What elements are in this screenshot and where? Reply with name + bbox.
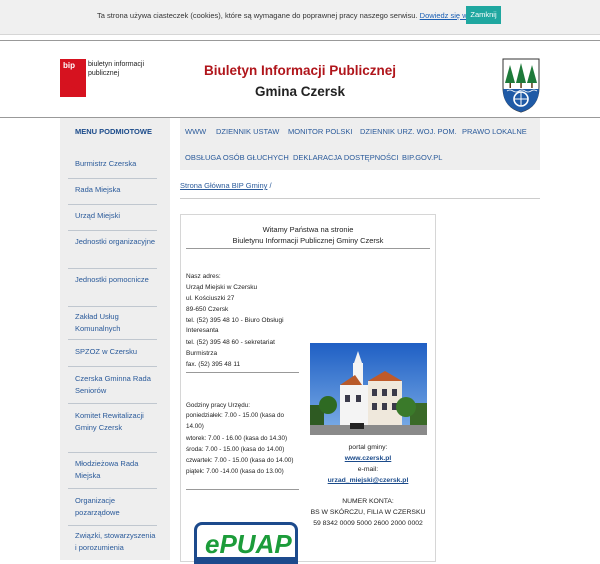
hours-wednesday: środa: 7.00 - 15.00 (kasa do 14.00) [186, 446, 285, 453]
address-phone-1: tel. (52) 395 48 10 - Biuro Obsługi [186, 317, 284, 324]
nav-item-deklaracja[interactable]: DEKLARACJA DOSTĘPNOŚCI [293, 153, 398, 162]
nav-item-www[interactable]: WWW [185, 127, 206, 136]
breadcrumb: Strona Główna BIP Gminy / [180, 181, 272, 190]
sidebar-heading: MENU PODMIOTOWE [75, 127, 152, 136]
hours-friday: piątek: 7.00 -14.00 (kasa do 13.00) [186, 468, 284, 475]
address-fax: fax. (52) 395 48 11 [186, 361, 241, 368]
epuap-logo-text: ePUAP [205, 529, 292, 560]
nav-item-obsluga-gluchych[interactable]: OBSŁUGA OSÓB GŁUCHYCH [185, 153, 289, 162]
portal-link[interactable]: www.czersk.pl [345, 455, 392, 462]
sidebar-item-rada-seniorow[interactable]: Czerska Gminna Rada Seniorów [68, 369, 157, 404]
breadcrumb-separator: / [269, 181, 272, 190]
sidebar-item-jednostki-pomocnicze[interactable]: Jednostki pomocnicze [68, 270, 157, 307]
page-title: Biuletyn Informacji Publicznej [203, 63, 397, 78]
bip-logo[interactable]: bip biuletyn informacji publicznej [60, 59, 160, 101]
sidebar-item-mlodziezowa-rada[interactable]: Młodzieżowa Rada Miejska [68, 454, 157, 489]
account-heading: NUMER KONTA: [342, 498, 394, 505]
account-bank: BS W SKÓRCZU, FILIA W CZERSKU [310, 509, 426, 516]
epuap-logo-label: ePUAP [205, 529, 292, 559]
address-phone-2-cont: Burmistrza [186, 350, 218, 357]
hours-thursday: czwartek: 7.00 - 15.00 (kasa do 14.00) [186, 457, 294, 464]
address-postcode: 89-650 Czersk [186, 306, 229, 313]
sidebar-item-rada-miejska[interactable]: Rada Miejska [68, 180, 157, 205]
sidebar-menu: MENU PODMIOTOWE Burmistrz Czerska Rada M… [60, 118, 170, 560]
sidebar-item-organizacje[interactable]: Organizacje pozarządowe [68, 491, 157, 526]
email-link[interactable]: urzad_miejski@czersk.pl [328, 477, 409, 484]
address-phone-1-cont: Interesanta [186, 327, 219, 334]
portal-label: portal gminy: [348, 444, 388, 451]
address-office: Urząd Miejski w Czersku [186, 284, 258, 291]
email-link-wrap: urzad_miejski@czersk.pl [301, 477, 435, 484]
nav-item-bip-gov[interactable]: BIP.GOV.PL [402, 153, 442, 162]
hours-heading: Godziny pracy Urzędu: [186, 402, 251, 409]
sidebar-item-zaklad-uslug[interactable]: Zakład Usług Komunalnych [68, 308, 157, 340]
hours-monday-cont: 14.00) [186, 423, 204, 430]
hours-monday: poniedziałek: 7.00 - 15.00 (kasa do [186, 412, 285, 419]
cookie-message: Ta strona używa ciasteczek (cookies), kt… [97, 11, 483, 20]
cookie-close-button[interactable]: Zamknij [466, 6, 501, 24]
bip-logo-label: biuletyn informacji publicznej [88, 61, 145, 77]
czersk-crest-icon [502, 58, 540, 113]
welcome-line-2: Biuletynu Informacji Publicznej Gminy Cz… [232, 236, 384, 245]
cookie-text: Ta strona używa ciasteczek (cookies), kt… [97, 11, 418, 20]
town-hall-photo [310, 343, 427, 435]
nav-item-dziennik-woj[interactable]: DZIENNIK URZ. WOJ. POM. [360, 127, 457, 136]
email-label: e-mail: [357, 466, 379, 473]
nav-item-prawo-lokalne[interactable]: PRAWO LOKALNE [462, 127, 527, 136]
breadcrumb-home-link[interactable]: Strona Główna BIP Gminy [180, 181, 267, 190]
address-heading: Nasz adres: [186, 273, 221, 280]
portal-link-wrap: www.czersk.pl [301, 455, 435, 462]
address-divider [186, 372, 299, 373]
main-content: Witamy Państwa na stronie Biuletynu Info… [180, 214, 436, 564]
sidebar-item-komitet-rewitalizacji[interactable]: Komitet Rewitalizacji Gminy Czersk [68, 406, 157, 453]
epuap-stripe [197, 557, 295, 564]
nav-item-dziennik-ustaw[interactable]: DZIENNIK USTAW [216, 127, 279, 136]
sidebar-item-jednostki-organizacyjne[interactable]: Jednostki organizacyjne [68, 232, 157, 269]
cookie-bar: Ta strona używa ciasteczek (cookies), kt… [0, 0, 600, 35]
address-street: ul. Kościuszki 27 [186, 295, 235, 302]
address-phone-2: tel. (52) 395 48 60 - sekretariat [186, 339, 275, 346]
top-navigation: WWW DZIENNIK USTAW MONITOR POLSKI DZIENN… [180, 118, 540, 170]
welcome-line-1: Witamy Państwa na stronie [262, 225, 354, 234]
sidebar-item-burmistrz[interactable]: Burmistrz Czerska [68, 154, 157, 179]
sidebar-item-zwiazki[interactable]: Związki, stowarzyszenia i porozumienia [68, 528, 157, 560]
welcome-divider [186, 248, 430, 249]
bip-mark-text: bip [63, 61, 75, 70]
sidebar-item-urzad-miejski[interactable]: Urząd Miejski [68, 206, 157, 231]
sidebar-item-spzoz[interactable]: SPZOZ w Czersku [68, 342, 157, 367]
hours-divider [186, 489, 299, 490]
epuap-banner[interactable]: ePUAP [194, 522, 298, 564]
hours-tuesday: wtorek: 7.00 - 16.00 (kasa do 14.30) [186, 435, 288, 442]
nav-item-monitor-polski[interactable]: MONITOR POLSKI [288, 127, 352, 136]
breadcrumb-divider [180, 198, 540, 199]
page-subtitle: Gmina Czersk [254, 84, 346, 99]
site-header: bip biuletyn informacji publicznej Biule… [0, 40, 600, 118]
account-number: 59 8342 0009 5000 2600 2000 0002 [313, 520, 423, 527]
bip-flag-shape [60, 81, 86, 93]
